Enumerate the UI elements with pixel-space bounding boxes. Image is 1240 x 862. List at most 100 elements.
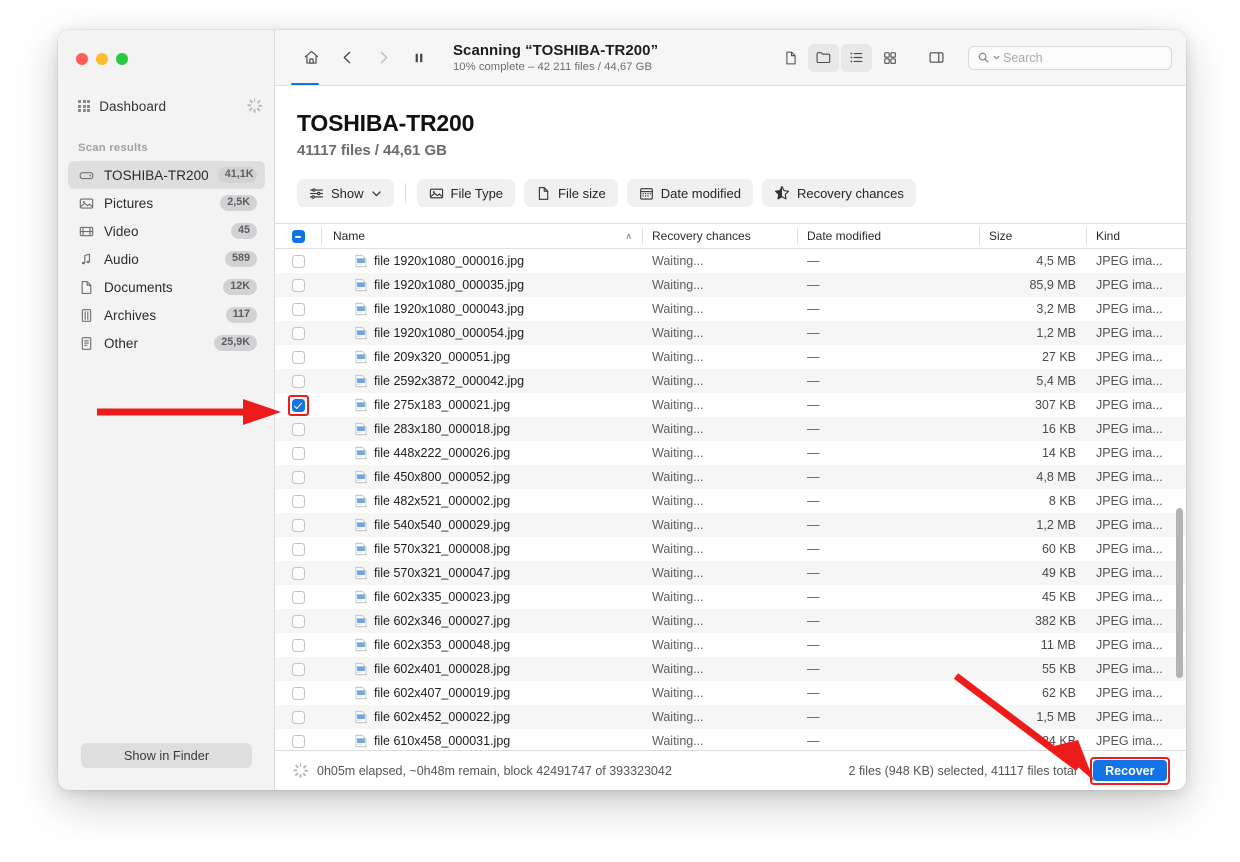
sidebar-item-archives[interactable]: Archives 117 (68, 301, 265, 329)
row-checkbox[interactable] (291, 542, 305, 556)
sidebar-item-documents[interactable]: Documents 12K (68, 273, 265, 301)
row-checkbox[interactable] (291, 398, 305, 412)
sidebar-item-dashboard[interactable]: Dashboard (68, 92, 265, 120)
table-row[interactable]: file 602x401_000028.jpg Waiting... — 55 KB J… (275, 657, 1186, 681)
table-row[interactable]: file 283x180_000018.jpg Waiting... — 16 KB J… (275, 417, 1186, 441)
row-checkbox-cell[interactable] (275, 542, 321, 556)
row-checkbox[interactable] (291, 254, 305, 268)
table-row[interactable]: file 1920x1080_000016.jpg Waiting... — 4,5 … (275, 249, 1186, 273)
select-all-cell[interactable] (275, 223, 321, 249)
row-checkbox[interactable] (291, 494, 305, 508)
row-checkbox[interactable] (291, 374, 305, 388)
grid-view-button[interactable] (874, 44, 905, 72)
filter-date-modified-button[interactable]: Date modified (626, 179, 753, 207)
row-checkbox[interactable] (291, 518, 305, 532)
table-row[interactable]: file 1920x1080_000054.jpg Waiting... — 1,2 … (275, 321, 1186, 345)
select-all-checkbox[interactable] (291, 229, 305, 243)
table-row[interactable]: file 602x335_000023.jpg Waiting... — 45 KB J… (275, 585, 1186, 609)
table-row[interactable]: file 209x320_000051.jpg Waiting... — 27 KB J… (275, 345, 1186, 369)
row-checkbox-cell[interactable] (275, 446, 321, 460)
minimize-button[interactable] (96, 53, 108, 65)
row-checkbox[interactable] (291, 422, 305, 436)
row-checkbox-cell[interactable] (275, 326, 321, 340)
other-icon (78, 336, 95, 351)
table-row[interactable]: file 602x346_000027.jpg Waiting... — 382 KB… (275, 609, 1186, 633)
recover-button[interactable]: Recover (1093, 760, 1167, 781)
row-checkbox-cell[interactable] (275, 614, 321, 628)
table-row[interactable]: file 602x407_000019.jpg Waiting... — 62 KB J… (275, 681, 1186, 705)
filter-file-type-button[interactable]: File Type (416, 179, 516, 207)
row-checkbox-cell[interactable] (275, 590, 321, 604)
search-input[interactable]: Search (968, 45, 1172, 70)
table-row[interactable]: file 540x540_000029.jpg Waiting... — 1,2 MB… (275, 513, 1186, 537)
column-header-size[interactable]: Size (979, 223, 1086, 249)
row-checkbox[interactable] (291, 278, 305, 292)
preview-pane-button[interactable] (921, 44, 952, 72)
row-checkbox-cell[interactable] (275, 278, 321, 292)
sidebar-item-video[interactable]: Video 45 (68, 217, 265, 245)
row-checkbox[interactable] (291, 566, 305, 580)
row-checkbox[interactable] (291, 350, 305, 364)
row-checkbox-cell[interactable] (275, 494, 321, 508)
table-row[interactable]: file 602x452_000022.jpg Waiting... — 1,5 MB… (275, 705, 1186, 729)
row-checkbox[interactable] (291, 590, 305, 604)
row-checkbox[interactable] (291, 614, 305, 628)
row-checkbox-cell[interactable] (275, 638, 321, 652)
table-row[interactable]: file 450x800_000052.jpg Waiting... — 4,8 MB… (275, 465, 1186, 489)
folder-view-button[interactable] (808, 43, 839, 72)
row-checkbox[interactable] (291, 734, 305, 748)
row-checkbox-cell[interactable] (275, 710, 321, 724)
forward-button[interactable] (365, 41, 401, 75)
table-row[interactable]: file 610x458_000031.jpg Waiting... — 24 KB J… (275, 729, 1186, 750)
row-checkbox-cell[interactable] (275, 394, 321, 416)
column-header-kind[interactable]: Kind (1086, 223, 1186, 249)
table-row[interactable]: file 448x222_000026.jpg Waiting... — 14 KB J… (275, 441, 1186, 465)
filter-recovery-chances-button[interactable]: Recovery chances (761, 179, 916, 207)
table-row[interactable]: file 275x183_000021.jpg Waiting... — 307 KB… (275, 393, 1186, 417)
zoom-button[interactable] (116, 53, 128, 65)
pause-scan-button[interactable] (401, 41, 437, 75)
row-checkbox[interactable] (291, 662, 305, 676)
row-checkbox-cell[interactable] (275, 686, 321, 700)
table-row[interactable]: file 2592x3872_000042.jpg Waiting... — 5,4 … (275, 369, 1186, 393)
sidebar-item-toshiba-tr200[interactable]: TOSHIBA-TR200 41,1K (68, 161, 265, 189)
row-checkbox-cell[interactable] (275, 470, 321, 484)
row-checkbox[interactable] (291, 470, 305, 484)
row-checkbox[interactable] (291, 326, 305, 340)
row-checkbox[interactable] (291, 302, 305, 316)
column-header-name[interactable]: Name ∧ (321, 223, 642, 249)
table-row[interactable]: file 1920x1080_000043.jpg Waiting... — 3,2 … (275, 297, 1186, 321)
row-checkbox-cell[interactable] (275, 518, 321, 532)
row-checkbox-cell[interactable] (275, 422, 321, 436)
sidebar-item-audio[interactable]: Audio 589 (68, 245, 265, 273)
row-checkbox-cell[interactable] (275, 254, 321, 268)
show-dropdown-button[interactable]: Show (297, 179, 394, 207)
row-checkbox-cell[interactable] (275, 662, 321, 676)
list-view-button[interactable] (841, 43, 872, 72)
column-header-date-modified[interactable]: Date modified (797, 223, 979, 249)
row-checkbox[interactable] (291, 686, 305, 700)
row-checkbox-cell[interactable] (275, 566, 321, 580)
row-checkbox-cell[interactable] (275, 734, 321, 748)
filter-file-size-button[interactable]: File size (524, 179, 618, 207)
table-row[interactable]: file 570x321_000047.jpg Waiting... — 49 KB J… (275, 561, 1186, 585)
row-checkbox[interactable] (291, 710, 305, 724)
vertical-scrollbar[interactable] (1176, 508, 1183, 678)
file-view-button[interactable] (775, 44, 806, 72)
row-checkbox-cell[interactable] (275, 302, 321, 316)
show-in-finder-button[interactable]: Show in Finder (81, 743, 252, 768)
back-button[interactable] (329, 41, 365, 75)
home-button[interactable] (293, 41, 329, 75)
table-row[interactable]: file 482x521_000002.jpg Waiting... — 8 KB JP… (275, 489, 1186, 513)
close-button[interactable] (76, 53, 88, 65)
row-checkbox-cell[interactable] (275, 350, 321, 364)
table-row[interactable]: file 602x353_000048.jpg Waiting... — 11 MB J… (275, 633, 1186, 657)
table-row[interactable]: file 570x321_000008.jpg Waiting... — 60 KB J… (275, 537, 1186, 561)
sidebar-item-other[interactable]: Other 25,9K (68, 329, 265, 357)
row-checkbox-cell[interactable] (275, 374, 321, 388)
sidebar-item-pictures[interactable]: Pictures 2,5K (68, 189, 265, 217)
column-header-recovery-chances[interactable]: Recovery chances (642, 223, 797, 249)
row-checkbox[interactable] (291, 638, 305, 652)
row-checkbox[interactable] (291, 446, 305, 460)
table-row[interactable]: file 1920x1080_000035.jpg Waiting... — 85,9… (275, 273, 1186, 297)
